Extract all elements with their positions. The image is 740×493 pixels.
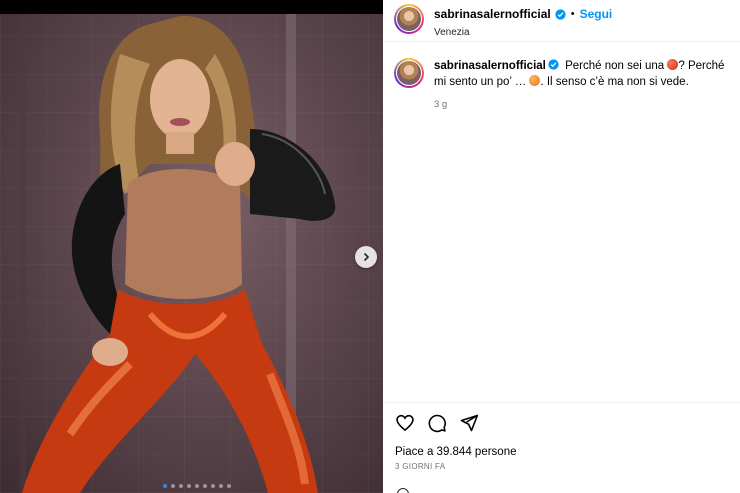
heart-icon[interactable] xyxy=(395,413,415,433)
caption-comment: sabrinasalernofficial Perché non sei una… xyxy=(383,42,740,110)
verified-badge-icon xyxy=(548,59,559,70)
caption-username[interactable]: sabrinasalernofficial xyxy=(434,60,546,72)
carousel-dot xyxy=(187,484,191,488)
follow-button[interactable]: Segui xyxy=(580,7,613,21)
carousel-dot xyxy=(195,484,199,488)
strawberry-emoji-icon xyxy=(667,59,679,70)
carousel-dot xyxy=(179,484,183,488)
post-panel: sabrinasalernofficial • Segui Venezia sa… xyxy=(383,0,740,493)
carousel-dot xyxy=(227,484,231,488)
action-bar xyxy=(395,412,728,434)
post-media xyxy=(0,0,383,493)
caption-timestamp[interactable]: 3 g xyxy=(434,99,728,110)
photo-illustration xyxy=(20,14,336,493)
comment-icon[interactable] xyxy=(427,413,447,433)
caption-avatar[interactable] xyxy=(394,58,424,88)
caption-part-1: Perché non sei una xyxy=(565,60,665,72)
carousel-dot xyxy=(171,484,175,488)
post-photo[interactable] xyxy=(0,14,383,493)
next-slide-button[interactable] xyxy=(355,246,377,268)
location-link[interactable]: Venezia xyxy=(434,27,612,38)
likes-count[interactable]: Piace a 39.844 persone xyxy=(395,446,728,458)
orange-emoji-icon xyxy=(529,75,541,86)
carousel-dot xyxy=(211,484,215,488)
carousel-dot xyxy=(219,484,223,488)
caption-part-3: . Il senso c’è ma non si vede. xyxy=(540,76,689,88)
chevron-right-icon xyxy=(363,252,370,262)
post-date[interactable]: 3 GIORNI FA xyxy=(395,462,728,471)
post-actions-section: Piace a 39.844 persone 3 GIORNI FA xyxy=(383,402,740,471)
send-icon[interactable] xyxy=(459,413,479,433)
caption-text: sabrinasalernofficial Perché non sei una… xyxy=(434,58,728,90)
separator-dot: • xyxy=(570,8,575,20)
carousel-dot xyxy=(203,484,207,488)
verified-badge-icon xyxy=(555,8,566,20)
avatar[interactable] xyxy=(394,4,424,34)
carousel-indicator xyxy=(163,484,231,488)
emoji-picker-icon[interactable] xyxy=(397,488,409,493)
carousel-dot xyxy=(163,484,167,488)
username-link[interactable]: sabrinasalernofficial xyxy=(434,7,551,21)
post-header: sabrinasalernofficial • Segui Venezia xyxy=(383,0,740,42)
